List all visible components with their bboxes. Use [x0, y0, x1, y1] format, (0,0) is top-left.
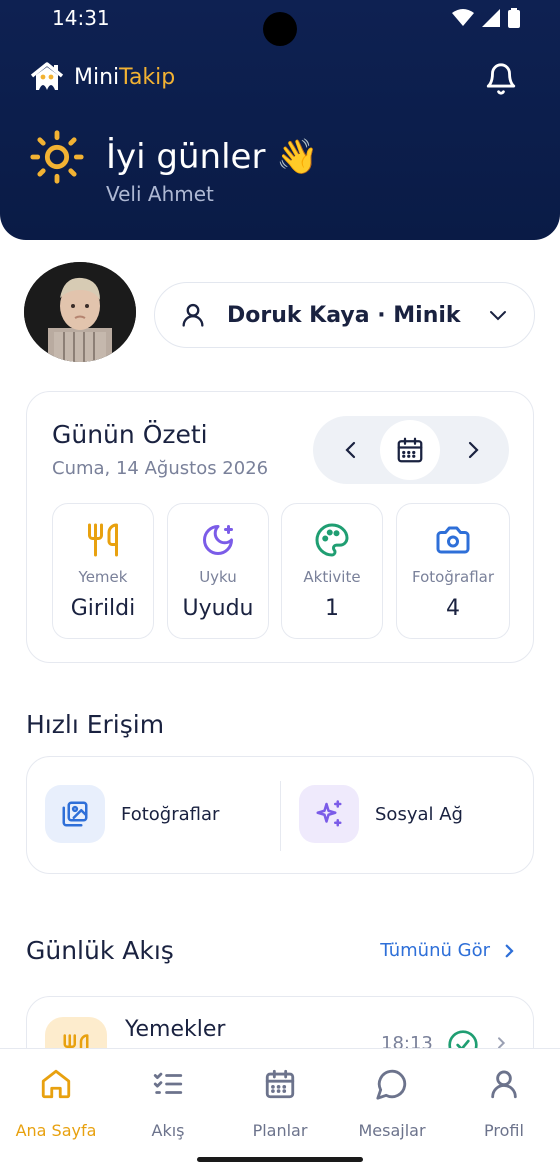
photo-gallery-icon — [62, 801, 88, 827]
bell-icon — [486, 63, 516, 95]
quick-social-icon-box — [299, 785, 359, 843]
stat-sleep-label: Uyku — [199, 568, 237, 586]
brand-name-second: Takip — [119, 64, 176, 90]
stat-activity-value: 1 — [325, 596, 339, 621]
list-check-icon — [153, 1072, 183, 1094]
nav-feed-label: Akış — [151, 1121, 185, 1140]
brand-name-first: Mini — [74, 64, 120, 90]
quick-access-card: Fotoğraflar Sosyal Ağ — [26, 756, 534, 874]
stat-activity[interactable]: Aktivite 1 — [281, 503, 383, 639]
chevron-right-icon — [505, 944, 514, 957]
sun-icon — [30, 130, 84, 184]
daily-summary-card: Günün Özeti Cuma, 14 Ağustos 2026 Yemek … — [26, 391, 534, 663]
stat-food-value: Girildi — [70, 596, 136, 621]
status-bar: 14:31 — [0, 0, 560, 46]
date-navigator — [313, 416, 509, 484]
sparkles-icon — [316, 800, 342, 827]
nav-home-label: Ana Sayfa — [15, 1121, 97, 1140]
quick-access-title: Hızlı Erişim — [26, 710, 165, 739]
feed-item-title: Yemekler — [125, 1017, 226, 1042]
stat-activity-label: Aktivite — [303, 568, 361, 586]
camera-icon — [436, 526, 470, 554]
brand-name: MiniTakip — [74, 65, 175, 90]
see-all-link[interactable]: Tümünü Gör — [380, 940, 518, 961]
child-selector-dropdown[interactable]: Doruk Kaya · Minik ... — [154, 282, 535, 348]
app-header: 14:31 MiniTakip İyi günler 👋 Veli Ahmet — [0, 0, 560, 240]
battery-icon — [508, 8, 520, 28]
camera-cutout — [263, 12, 297, 46]
stat-photos[interactable]: Fotoğraflar 4 — [396, 503, 510, 639]
user-icon — [491, 1070, 517, 1099]
previous-day-button[interactable] — [339, 438, 363, 466]
stat-photos-value: 4 — [446, 596, 460, 621]
user-name: Veli Ahmet — [106, 182, 214, 206]
message-icon — [376, 1069, 407, 1100]
see-all-label: Tümünü Gör — [380, 940, 490, 961]
quick-photos-icon-box — [45, 785, 105, 843]
child-selector-label: Doruk Kaya · Minik ... — [227, 302, 466, 328]
daily-feed-title: Günlük Akış — [26, 936, 174, 965]
nav-plans[interactable]: Planlar — [224, 1067, 336, 1140]
chevron-left-icon — [345, 441, 356, 459]
moon-stars-icon — [203, 525, 233, 555]
greeting-row: İyi günler 👋 — [28, 128, 319, 186]
child-photo — [24, 262, 136, 362]
calendar-icon — [397, 437, 423, 463]
brand-logo: MiniTakip — [30, 62, 175, 92]
stat-sleep-value: Uyudu — [182, 596, 254, 621]
stat-photos-label: Fotoğraflar — [411, 568, 495, 586]
house-family-icon — [30, 62, 64, 90]
quick-access-divider — [280, 781, 281, 851]
calendar-icon — [265, 1069, 295, 1099]
quick-social-button[interactable]: Sosyal Ağ — [299, 785, 463, 843]
nav-messages-label: Mesajlar — [358, 1121, 426, 1140]
home-icon — [41, 1069, 71, 1099]
quick-social-label: Sosyal Ağ — [375, 803, 463, 825]
nav-feed[interactable]: Akış — [112, 1067, 224, 1140]
notifications-button[interactable] — [484, 62, 518, 100]
stat-sleep[interactable]: Uyku Uyudu — [167, 503, 269, 639]
user-icon — [182, 303, 204, 327]
nav-profile[interactable]: Profil — [448, 1067, 560, 1140]
next-day-button[interactable] — [461, 438, 485, 466]
nav-home[interactable]: Ana Sayfa — [0, 1067, 112, 1140]
status-time: 14:31 — [52, 6, 110, 30]
child-avatar[interactable] — [24, 262, 136, 362]
quick-photos-button[interactable]: Fotoğraflar — [45, 785, 219, 843]
chevron-right-icon — [468, 441, 479, 459]
signal-icon — [482, 9, 500, 27]
stat-food[interactable]: Yemek Girildi — [52, 503, 154, 639]
summary-date: Cuma, 14 Ağustos 2026 — [52, 458, 269, 479]
home-indicator — [197, 1157, 363, 1162]
quick-photos-label: Fotoğraflar — [121, 803, 220, 825]
nav-plans-label: Planlar — [252, 1121, 308, 1140]
summary-title: Günün Özeti — [52, 420, 208, 449]
stat-food-label: Yemek — [78, 568, 128, 586]
chevron-down-icon — [490, 311, 506, 321]
greeting-text: İyi günler 👋 — [106, 137, 319, 177]
nav-profile-label: Profil — [484, 1121, 524, 1140]
palette-icon — [315, 523, 349, 557]
status-icons — [452, 8, 520, 28]
calendar-button[interactable] — [380, 420, 440, 480]
utensils-icon — [88, 523, 118, 557]
wifi-icon — [452, 9, 474, 26]
nav-messages[interactable]: Mesajlar — [336, 1067, 448, 1140]
